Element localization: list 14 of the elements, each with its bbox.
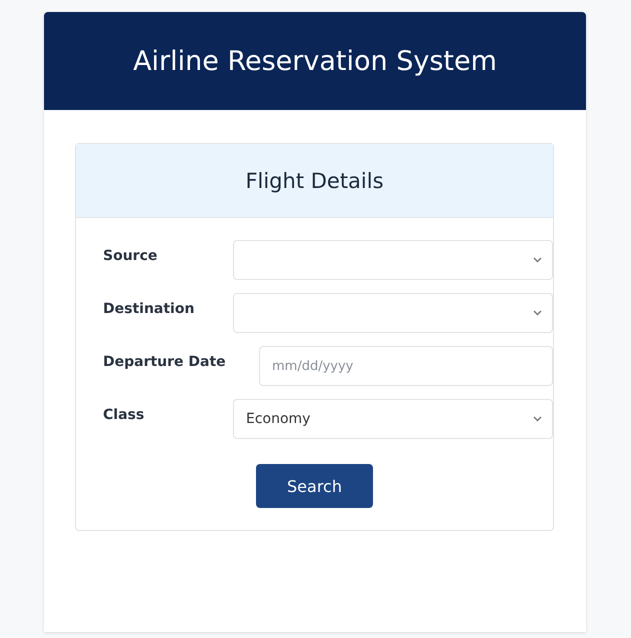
dropdown-field[interactable] — [233, 240, 553, 280]
field-label: Destination — [103, 301, 196, 319]
field-label: Source — [103, 248, 158, 266]
dropdown-field[interactable] — [233, 293, 553, 333]
date-field[interactable]: mm/dd/yyyy — [259, 346, 553, 386]
dropdown-field[interactable]: Economy — [233, 399, 553, 439]
chevron-down-icon — [533, 416, 542, 422]
card-title: Flight Details — [245, 168, 384, 192]
field-label: Departure Date — [103, 354, 227, 372]
chevron-down-icon — [533, 257, 542, 263]
chevron-down-icon — [533, 310, 542, 316]
field-label: Class — [103, 407, 146, 425]
app-title: Airline Reservation System — [133, 46, 497, 76]
search-button[interactable]: Search — [256, 464, 373, 508]
